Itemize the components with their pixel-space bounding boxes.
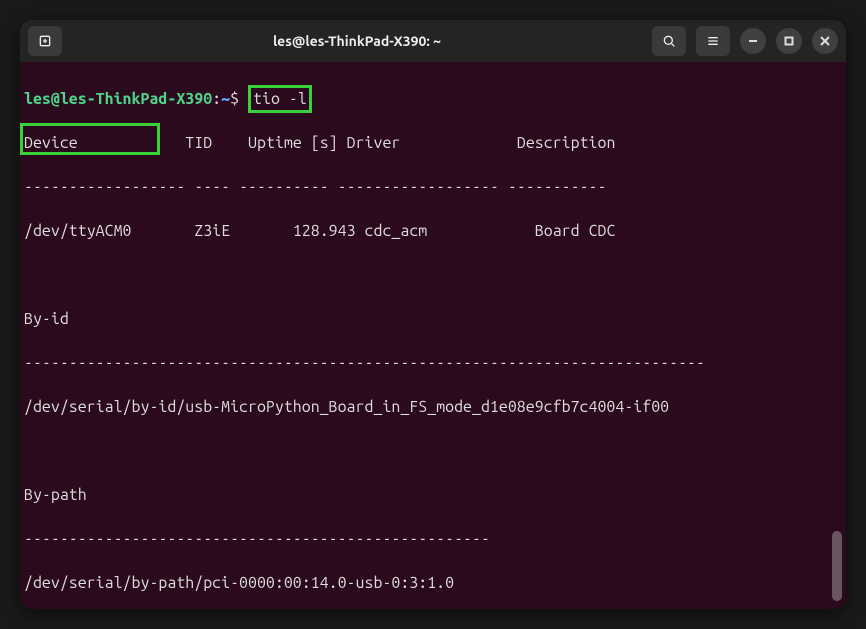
bypath-value-1: /dev/serial/by-path/pci-0000:00:14.0-usb… (22, 572, 844, 594)
cell-tid: Z3iE (194, 222, 230, 240)
cell-description: Board CDC (535, 222, 616, 240)
scrollbar-thumb[interactable] (832, 531, 842, 601)
highlight-command: tio -l (248, 85, 312, 113)
close-button[interactable] (812, 28, 838, 54)
menu-button[interactable] (696, 26, 730, 56)
titlebar: les@les-ThinkPad-X390: ~ (20, 20, 846, 62)
search-button[interactable] (652, 26, 686, 56)
terminal-body[interactable]: les@les-ThinkPad-X390:~$ tio -l Device T… (20, 62, 846, 609)
terminal-window: les@les-ThinkPad-X390: ~ les@les-ThinkPa… (20, 20, 846, 609)
bypath-divider: ----------------------------------------… (22, 528, 844, 550)
window-title: les@les-ThinkPad-X390: ~ (70, 33, 644, 49)
prompt-path: ~ (221, 90, 230, 108)
minimize-button[interactable] (740, 28, 766, 54)
table-header: Device TID Uptime [s] Driver Description (22, 132, 844, 154)
table-divider: ------------------ ---- ---------- -----… (22, 176, 844, 198)
byid-divider: ----------------------------------------… (22, 352, 844, 374)
prompt-sep: : (212, 90, 221, 108)
bypath-label: By-path (22, 484, 844, 506)
prompt-userhost: les@les-ThinkPad-X390 (24, 90, 212, 108)
new-tab-button[interactable] (28, 26, 62, 56)
prompt-dollar: $ (230, 90, 239, 108)
cell-device: /dev/ttyACM0 (24, 222, 132, 240)
maximize-button[interactable] (776, 28, 802, 54)
cell-driver: cdc_acm (365, 222, 428, 240)
byid-value: /dev/serial/by-id/usb-MicroPython_Board_… (22, 396, 844, 418)
byid-label: By-id (22, 308, 844, 330)
cell-uptime: 128.943 (293, 222, 356, 240)
table-row: /dev/ttyACM0 Z3iE 128.943 cdc_acm Board … (22, 220, 844, 242)
